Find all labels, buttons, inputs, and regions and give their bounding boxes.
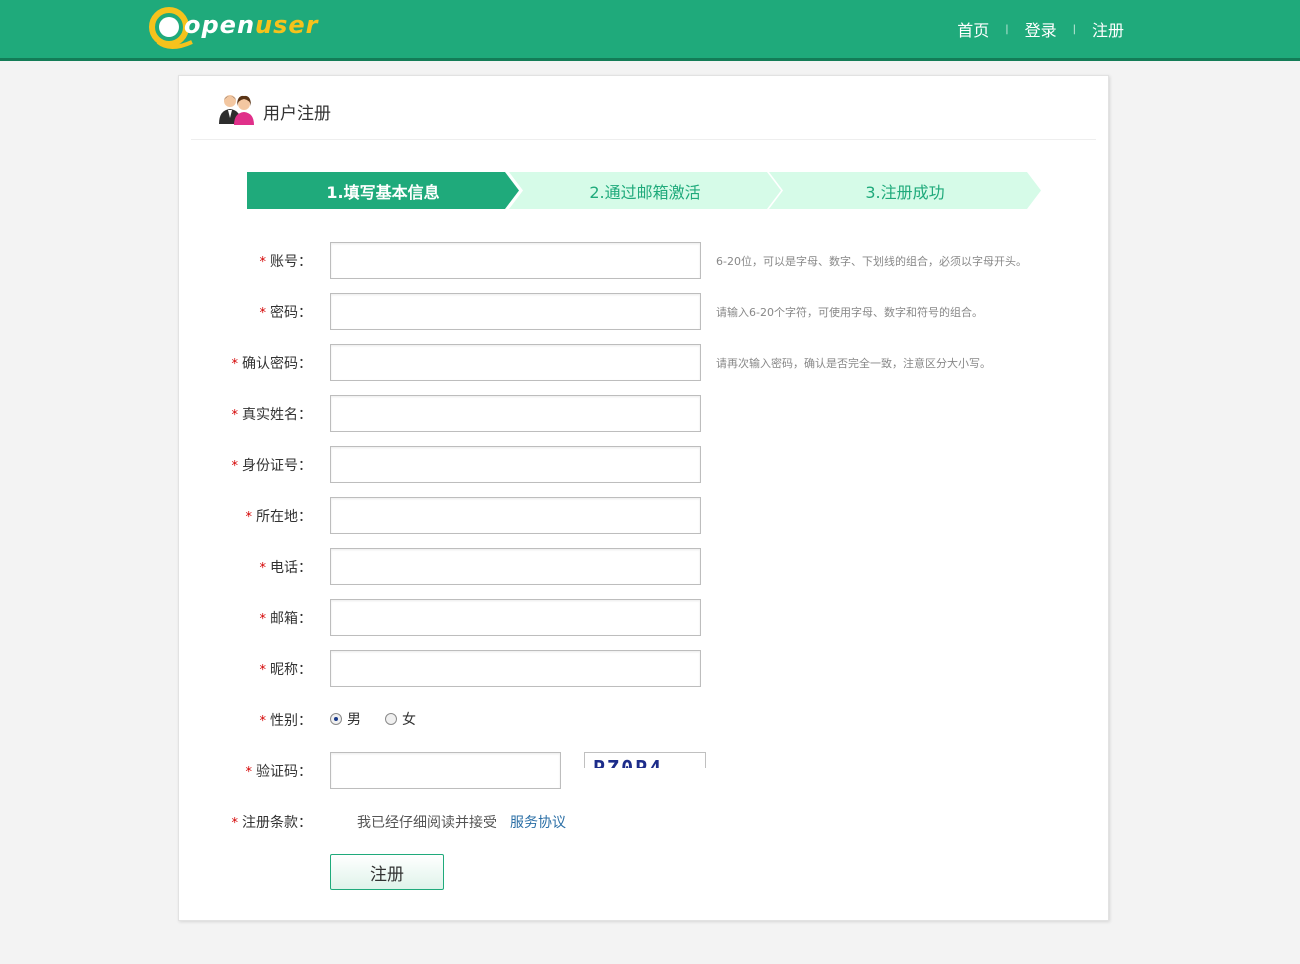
field-label: * 注册条款： — [231, 815, 313, 831]
step-email-activate: 2.通过邮箱激活 — [509, 172, 781, 209]
field-label: * 真实姓名： — [231, 407, 313, 423]
row-email: * 邮箱： — [179, 599, 1110, 637]
step-success: 3.注册成功 — [769, 172, 1041, 209]
nav-separator: | — [1005, 23, 1009, 35]
progress-steps: 1.填写基本信息 2.通过邮箱激活 3.注册成功 — [247, 172, 1043, 210]
gender-male-label[interactable]: 男 — [347, 709, 361, 729]
captcha-input[interactable] — [330, 752, 561, 789]
field-label: * 电话： — [259, 560, 313, 576]
row-gender: * 性别： 男 女 — [179, 701, 1110, 739]
id-number-input[interactable] — [330, 446, 701, 483]
logo[interactable]: openuser — [148, 6, 348, 52]
field-hint: 请输入6-20个字符，可使用字母、数字和符号的组合。 — [716, 306, 983, 319]
main-nav: 首页 | 登录 | 注册 — [957, 17, 1124, 41]
account-input[interactable] — [330, 242, 701, 279]
users-icon — [219, 95, 254, 125]
location-input[interactable] — [330, 497, 701, 534]
row-password: * 密码： 请输入6-20个字符，可使用字母、数字和符号的组合。 — [179, 293, 1110, 331]
row-real-name: * 真实姓名： — [179, 395, 1110, 433]
row-confirm-password: * 确认密码： 请再次输入密码，确认是否完全一致，注意区分大小写。 — [179, 344, 1110, 382]
row-phone: * 电话： — [179, 548, 1110, 586]
real-name-input[interactable] — [330, 395, 701, 432]
nav-register[interactable]: 注册 — [1092, 17, 1124, 41]
field-label: * 性别： — [259, 713, 313, 729]
nav-home[interactable]: 首页 — [957, 17, 989, 41]
field-label: * 所在地： — [245, 509, 313, 525]
field-label: * 昵称： — [259, 662, 313, 678]
field-label: * 密码： — [259, 305, 313, 321]
captcha-image[interactable]: PZ0P4 — [584, 752, 706, 768]
nav-separator: | — [1072, 23, 1076, 35]
top-bar: openuser 首页 | 登录 | 注册 — [0, 0, 1300, 61]
row-nickname: * 昵称： — [179, 650, 1110, 688]
confirm-password-input[interactable] — [330, 344, 701, 381]
phone-input[interactable] — [330, 548, 701, 585]
email-input[interactable] — [330, 599, 701, 636]
register-button[interactable]: 注册 — [330, 854, 444, 890]
register-card: 用户注册 1.填写基本信息 2.通过邮箱激活 3.注册成功 * 账号： 6-20位… — [178, 75, 1109, 921]
nickname-input[interactable] — [330, 650, 701, 687]
field-label: * 邮箱： — [259, 611, 313, 627]
row-id-number: * 身份证号： — [179, 446, 1110, 484]
logo-text: openuser — [184, 11, 319, 39]
gender-male-radio[interactable] — [330, 713, 342, 725]
field-label: * 身份证号： — [231, 458, 313, 474]
service-agreement-link[interactable]: 服务协议 — [510, 812, 566, 832]
row-captcha: * 验证码： PZ0P4 — [179, 752, 1110, 790]
field-hint: 请再次输入密码，确认是否完全一致，注意区分大小写。 — [716, 357, 991, 370]
row-location: * 所在地： — [179, 497, 1110, 535]
password-input[interactable] — [330, 293, 701, 330]
field-label: * 账号： — [259, 254, 313, 270]
terms-text: 我已经仔细阅读并接受 — [357, 815, 497, 831]
gender-female-radio[interactable] — [385, 713, 397, 725]
page-title: 用户注册 — [263, 104, 331, 124]
card-header: 用户注册 — [191, 90, 1096, 140]
step-fill-info: 1.填写基本信息 — [247, 172, 519, 209]
row-account: * 账号： 6-20位，可以是字母、数字、下划线的组合，必须以字母开头。 — [179, 242, 1110, 280]
nav-login[interactable]: 登录 — [1025, 17, 1057, 41]
field-label: * 验证码： — [245, 764, 313, 780]
gender-radio-group: 男 女 — [330, 709, 440, 729]
field-hint: 6-20位，可以是字母、数字、下划线的组合，必须以字母开头。 — [716, 255, 1027, 268]
field-label: * 确认密码： — [231, 356, 313, 372]
gender-female-label[interactable]: 女 — [402, 709, 416, 729]
row-terms: * 注册条款： 我已经仔细阅读并接受 服务协议 — [179, 803, 1110, 841]
